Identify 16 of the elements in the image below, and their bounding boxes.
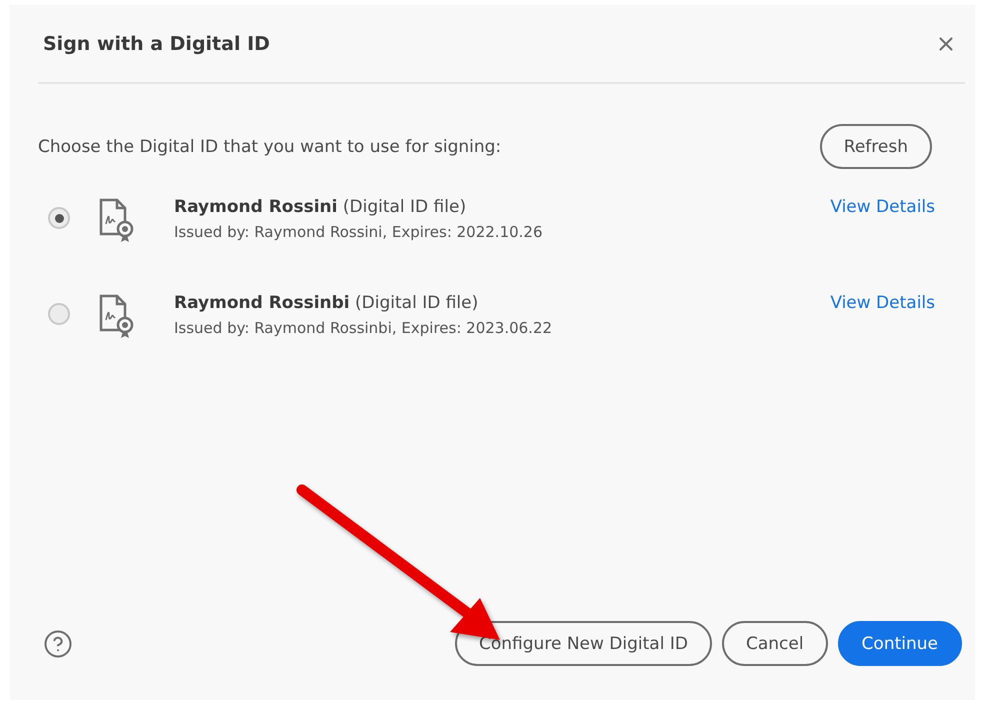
certificate-file-icon bbox=[98, 197, 136, 243]
digital-id-name: Raymond Rossinbi (Digital ID file) bbox=[174, 293, 480, 313]
digital-id-name: Raymond Rossini (Digital ID file) bbox=[174, 197, 468, 217]
refresh-button[interactable]: Refresh bbox=[820, 124, 932, 169]
help-icon[interactable] bbox=[43, 628, 73, 658]
certificate-file-icon bbox=[98, 293, 136, 339]
radio-button[interactable] bbox=[48, 207, 70, 229]
radio-button[interactable] bbox=[48, 303, 70, 325]
issuer-expiry-text: Issued by: Raymond Rossinbi, Expires: 2023.06.22 bbox=[174, 319, 554, 337]
dialog-title: Sign with a Digital ID bbox=[43, 32, 270, 54]
instruction-text: Choose the Digital ID that you want to use for signing: bbox=[38, 136, 502, 156]
issuer-expiry-text: Issued by: Raymond Rossini, Expires: 2022.10.26 bbox=[174, 223, 544, 241]
continue-button[interactable]: Continue bbox=[838, 621, 962, 666]
view-details-link[interactable]: View Details bbox=[830, 197, 935, 217]
cancel-button[interactable]: Cancel bbox=[722, 621, 828, 666]
view-details-link[interactable]: View Details bbox=[830, 293, 935, 313]
